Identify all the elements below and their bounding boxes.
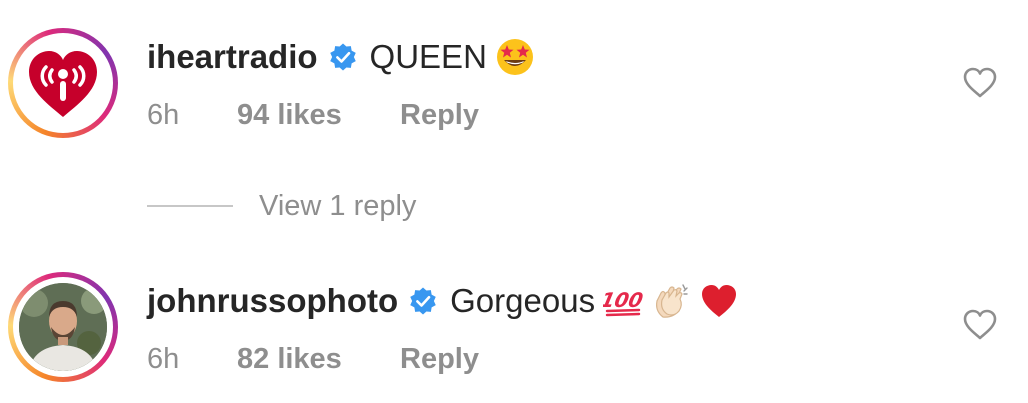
view-replies-button[interactable]: View 1 reply (147, 186, 416, 226)
comment-text: Gorgeous (450, 282, 596, 319)
comment-time: 6h (147, 343, 180, 375)
iheartradio-logo-icon (29, 51, 97, 117)
likes-count[interactable]: 82 likes (237, 341, 342, 377)
hundred-points-emoji: 100 (603, 288, 643, 317)
comment-body: iheartradio QUEEN (147, 37, 535, 77)
comment-username[interactable]: iheartradio (147, 37, 318, 77)
like-heart-icon[interactable] (962, 308, 998, 340)
view-replies-label: View 1 reply (259, 189, 417, 222)
likes-count[interactable]: 94 likes (237, 97, 342, 133)
verified-badge-icon (410, 287, 436, 315)
comment-username[interactable]: johnrussophoto (147, 281, 398, 321)
comment-time: 6h (147, 99, 180, 131)
reply-button[interactable]: Reply (400, 341, 479, 377)
profile-photo-icon (19, 283, 107, 371)
comment-text: QUEEN (369, 38, 487, 75)
verified-badge-icon (329, 43, 356, 71)
red-heart-emoji (702, 285, 737, 317)
view-replies-divider (147, 205, 233, 207)
like-heart-icon[interactable] (962, 66, 998, 98)
clapping-hands-emoji (656, 284, 688, 318)
svg-text:100: 100 (603, 288, 643, 312)
reply-button[interactable]: Reply (400, 97, 479, 133)
avatar-johnrussophoto[interactable] (8, 272, 118, 382)
comment-body: johnrussophoto Gorgeous 100 (147, 281, 739, 321)
avatar-iheartradio[interactable] (8, 28, 118, 138)
star-struck-emoji (496, 39, 533, 75)
